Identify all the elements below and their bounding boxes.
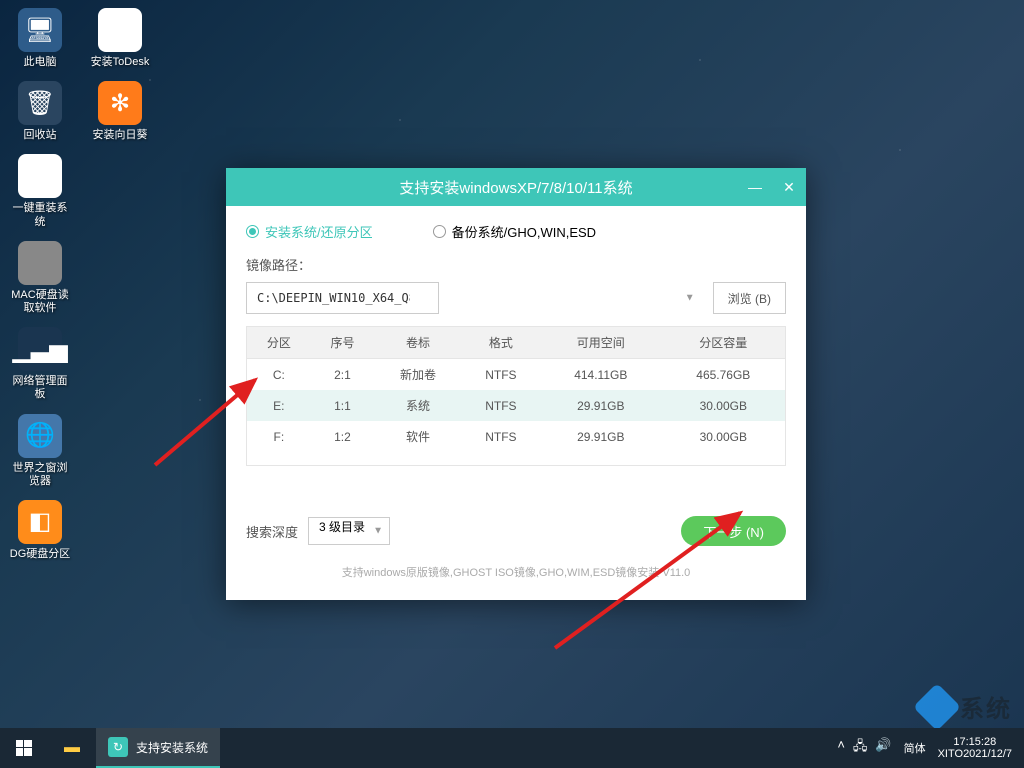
column-header: 分区容量: [662, 327, 785, 359]
footer-note: 支持windows原版镜像,GHOST ISO镜像,GHO,WIM,ESD镜像安…: [246, 564, 786, 580]
dropdown-icon[interactable]: ▼: [685, 293, 695, 304]
column-header: 可用空间: [540, 327, 662, 359]
install-dialog: 支持安装windowsXP/7/8/10/11系统 — ✕ 安装系统/还原分区 …: [226, 168, 806, 600]
desktop-icon-sunflower[interactable]: ✻ 安装向日葵: [88, 81, 152, 142]
desktop-icon-reinstall[interactable]: ↻ 一键重装系统: [8, 154, 72, 228]
search-depth-label: 搜索深度: [246, 522, 298, 541]
column-header: 分区: [247, 327, 311, 359]
column-header: 卷标: [374, 327, 462, 359]
icon-label: 网络管理面板: [8, 375, 72, 401]
icon-label: DG硬盘分区: [10, 548, 71, 561]
recycle-icon: 🗑: [18, 81, 62, 125]
desktop-icon-dg[interactable]: ◧ DG硬盘分区: [8, 500, 72, 561]
column-header: 格式: [462, 327, 540, 359]
net-icon: ▁▃▅: [18, 327, 62, 371]
start-button[interactable]: [0, 728, 48, 768]
pc-icon: 🖥: [18, 8, 62, 52]
next-button[interactable]: 下一步 (N): [681, 516, 786, 546]
folder-icon: ▬: [64, 739, 80, 757]
column-header: 序号: [311, 327, 375, 359]
partition-row[interactable]: C:2:1新加卷NTFS414.11GB465.76GB: [247, 359, 785, 391]
desktop-icon-net[interactable]: ▁▃▅ 网络管理面板: [8, 327, 72, 401]
taskbar-date[interactable]: XITO2021/12/7: [938, 748, 1012, 760]
partition-table: 分区序号卷标格式可用空间分区容量 C:2:1新加卷NTFS414.11GB465…: [247, 327, 785, 452]
chevron-down-icon: ▼: [373, 526, 383, 537]
desktop-icon-browser[interactable]: 🌐 世界之窗浏览器: [8, 414, 72, 488]
network-icon[interactable]: 🖧: [853, 737, 868, 759]
desktop-icon-recycle[interactable]: 🗑 回收站: [8, 81, 72, 142]
chevron-up-icon[interactable]: ˄: [837, 737, 845, 759]
dg-icon: ◧: [18, 500, 62, 544]
icon-label: 此电脑: [24, 56, 57, 69]
search-depth-select[interactable]: 3 级目录 ▼: [308, 517, 390, 545]
mac-icon: [18, 241, 62, 285]
image-path-input[interactable]: [246, 282, 439, 314]
close-button[interactable]: ✕: [772, 168, 806, 206]
icon-label: MAC硬盘读取软件: [8, 289, 72, 315]
app-icon: ↻: [108, 737, 128, 757]
partition-row[interactable]: E:1:1系统NTFS29.91GB30.00GB: [247, 390, 785, 421]
system-tray[interactable]: ˄ 🖧 🔊: [837, 737, 891, 759]
icon-label: 世界之窗浏览器: [8, 462, 72, 488]
volume-icon[interactable]: 🔊: [875, 737, 891, 759]
icon-label: 回收站: [24, 129, 57, 142]
desktop-icon-pc[interactable]: 🖥 此电脑: [8, 8, 72, 69]
ime-indicator[interactable]: 简体: [904, 740, 926, 756]
desktop-icon-todesk[interactable]: ⬢ 安装ToDesk: [88, 8, 152, 69]
reinstall-icon: ↻: [18, 154, 62, 198]
title-bar: 支持安装windowsXP/7/8/10/11系统 — ✕: [226, 168, 806, 206]
taskbar-time[interactable]: 17:15:28: [938, 736, 1012, 748]
watermark: 系统: [920, 689, 1012, 724]
icon-label: 安装ToDesk: [91, 56, 150, 69]
taskbar: ▬ ↻ 支持安装系统 ˄ 🖧 🔊 简体 17:15:28 XITO2021/12…: [0, 728, 1024, 768]
radio-dot-icon: [246, 225, 259, 238]
minimize-button[interactable]: —: [738, 168, 772, 206]
icon-label: 安装向日葵: [93, 129, 148, 142]
file-explorer-button[interactable]: ▬: [48, 728, 96, 768]
desktop-icon-mac[interactable]: MAC硬盘读取软件: [8, 241, 72, 315]
browser-icon: 🌐: [18, 414, 62, 458]
radio-install-restore[interactable]: 安装系统/还原分区: [246, 222, 373, 241]
partition-row[interactable]: F:1:2软件NTFS29.91GB30.00GB: [247, 421, 785, 452]
image-path-label: 镜像路径：: [246, 255, 786, 274]
dialog-title: 支持安装windowsXP/7/8/10/11系统: [399, 177, 632, 198]
todesk-icon: ⬢: [98, 8, 142, 52]
radio-dot-icon: [433, 225, 446, 238]
icon-label: 一键重装系统: [8, 202, 72, 228]
taskbar-task-installer[interactable]: ↻ 支持安装系统: [96, 728, 220, 768]
radio-backup[interactable]: 备份系统/GHO,WIN,ESD: [433, 222, 596, 241]
browse-button[interactable]: 浏览 (B): [713, 282, 786, 314]
sunflower-icon: ✻: [98, 81, 142, 125]
